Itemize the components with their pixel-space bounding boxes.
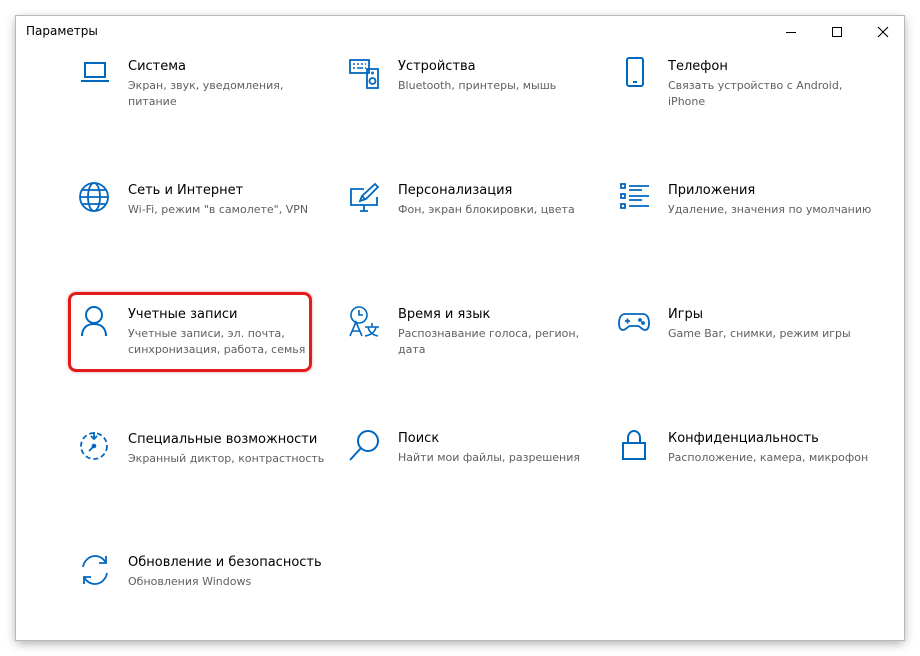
- minimize-icon: [786, 31, 796, 33]
- category-description: Удаление, значения по умолчанию: [668, 203, 872, 216]
- category-description: Экранный диктор, контрастность: [128, 452, 325, 465]
- category-name: Специальные возможности: [128, 432, 318, 447]
- category-system[interactable]: Система Экран, звук, уведомления, питани…: [78, 57, 328, 129]
- category-description: Распознавание голоса, регион, дата: [398, 327, 580, 356]
- category-accessibility[interactable]: Специальные возможности Экранный диктор,…: [78, 430, 328, 502]
- category-privacy[interactable]: Конфиденциальность Расположение, камера,…: [618, 429, 868, 501]
- category-name: Конфиденциальность: [668, 431, 819, 446]
- category-description: Найти мои файлы, разрешения: [398, 451, 581, 464]
- lock-icon: [618, 429, 652, 463]
- accounts-highlight-frame: [68, 292, 312, 372]
- maximize-icon: [832, 26, 842, 37]
- phone-icon: [618, 57, 652, 91]
- sync-icon: [78, 553, 112, 587]
- gamepad-icon: [618, 305, 652, 339]
- personalization-icon: [348, 181, 382, 215]
- category-name: Поиск: [398, 431, 440, 446]
- close-icon: [877, 26, 889, 37]
- minimize-button[interactable]: [768, 16, 814, 47]
- category-description: Обновления Windows: [128, 575, 252, 588]
- category-personalization[interactable]: Персонализация Фон, экран блокировки, цв…: [348, 181, 598, 253]
- category-phone[interactable]: Телефон Связать устройство с Android, iP…: [618, 57, 868, 129]
- category-description: Game Bar, снимки, режим игры: [668, 327, 851, 340]
- search-icon: [348, 429, 382, 463]
- category-update-security[interactable]: Обновление и безопасность Обновления Win…: [78, 553, 328, 625]
- category-name: Приложения: [668, 183, 756, 198]
- category-apps[interactable]: Приложения Удаление, значения по умолчан…: [618, 181, 871, 253]
- apps-list-icon: [618, 181, 652, 215]
- category-name: Телефон: [668, 59, 728, 74]
- category-description: Расположение, камера, микрофон: [668, 451, 869, 464]
- category-description: Wi-Fi, режим "в самолете", VPN: [128, 203, 309, 216]
- title-bar[interactable]: Параметры: [16, 16, 904, 47]
- category-name: Персонализация: [398, 183, 513, 198]
- category-description: Фон, экран блокировки, цвета: [398, 203, 575, 216]
- category-gaming[interactable]: Игры Game Bar, снимки, режим игры: [618, 305, 868, 377]
- laptop-icon: [78, 57, 112, 91]
- accessibility-timer-icon: [78, 430, 112, 464]
- category-time-language[interactable]: Время и язык Распознавание голоса, регио…: [348, 305, 598, 377]
- close-button[interactable]: [860, 16, 904, 47]
- category-search[interactable]: Поиск Найти мои файлы, разрешения: [348, 429, 598, 501]
- category-name: Система: [128, 59, 187, 74]
- category-name: Игры: [668, 307, 704, 322]
- window-title: Параметры: [26, 24, 98, 38]
- category-name: Устройства: [398, 59, 476, 74]
- category-description: Связать устройство с Android, iPhone: [668, 79, 843, 108]
- category-name: Сеть и Интернет: [128, 183, 244, 198]
- globe-icon: [78, 181, 112, 215]
- time-language-icon: [348, 305, 382, 339]
- category-name: Время и язык: [398, 307, 491, 322]
- category-description: Bluetooth, принтеры, мышь: [398, 79, 557, 92]
- settings-window: Параметры Система Экран, звук, уведомлен…: [16, 16, 904, 640]
- category-devices[interactable]: Устройства Bluetooth, принтеры, мышь: [348, 57, 598, 129]
- maximize-button[interactable]: [814, 16, 860, 47]
- devices-icon: [348, 57, 382, 91]
- category-network[interactable]: Сеть и Интернет Wi-Fi, режим "в самолете…: [78, 181, 328, 253]
- category-description: Экран, звук, уведомления, питание: [128, 79, 284, 108]
- category-name: Обновление и безопасность: [128, 555, 322, 570]
